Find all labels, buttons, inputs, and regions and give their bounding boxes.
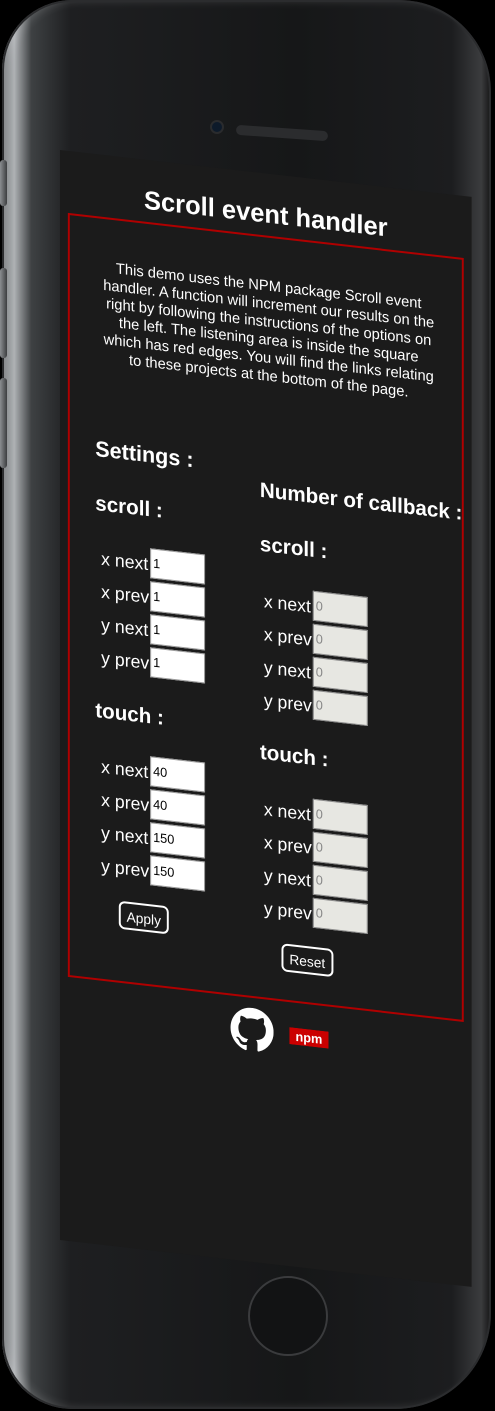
- home-button[interactable]: [248, 1276, 328, 1356]
- touch-x-next-input[interactable]: 40: [150, 756, 206, 793]
- touch-y-next-input[interactable]: 150: [150, 822, 206, 859]
- callback-scroll-x-next-output: 0: [312, 590, 368, 628]
- apply-button[interactable]: Apply: [118, 900, 169, 935]
- scroll-x-next-input[interactable]: 1: [150, 548, 206, 585]
- callback-touch-x-prev-output: 0: [312, 831, 368, 869]
- callback-touch-y-next-output: 0: [312, 864, 368, 902]
- volume-down-button: [0, 378, 7, 468]
- reset-button[interactable]: Reset: [281, 943, 334, 978]
- mute-switch: [0, 160, 7, 206]
- scroll-y-next-input[interactable]: 1: [150, 614, 206, 651]
- npm-logo-text: npm: [295, 1029, 322, 1047]
- npm-icon[interactable]: npm: [289, 1027, 329, 1049]
- volume-up-button: [0, 268, 7, 358]
- callback-scroll-y-prev-output: 0: [312, 689, 368, 727]
- callback-scroll-x-prev-output: 0: [312, 623, 368, 661]
- touch-x-prev-input[interactable]: 40: [150, 789, 206, 826]
- scroll-x-prev-input[interactable]: 1: [150, 581, 206, 618]
- front-camera: [210, 120, 224, 134]
- callback-scroll-y-next-output: 0: [312, 656, 368, 694]
- page-content: Scroll event handler This demo uses the …: [60, 150, 472, 1287]
- phone-screen: Scroll event handler This demo uses the …: [60, 150, 472, 1287]
- github-icon[interactable]: [230, 1005, 274, 1054]
- scroll-y-prev-input[interactable]: 1: [150, 647, 206, 684]
- callback-touch-x-next-output: 0: [312, 798, 368, 836]
- touch-y-prev-input[interactable]: 150: [150, 855, 206, 892]
- callback-touch-y-prev-output: 0: [312, 897, 368, 935]
